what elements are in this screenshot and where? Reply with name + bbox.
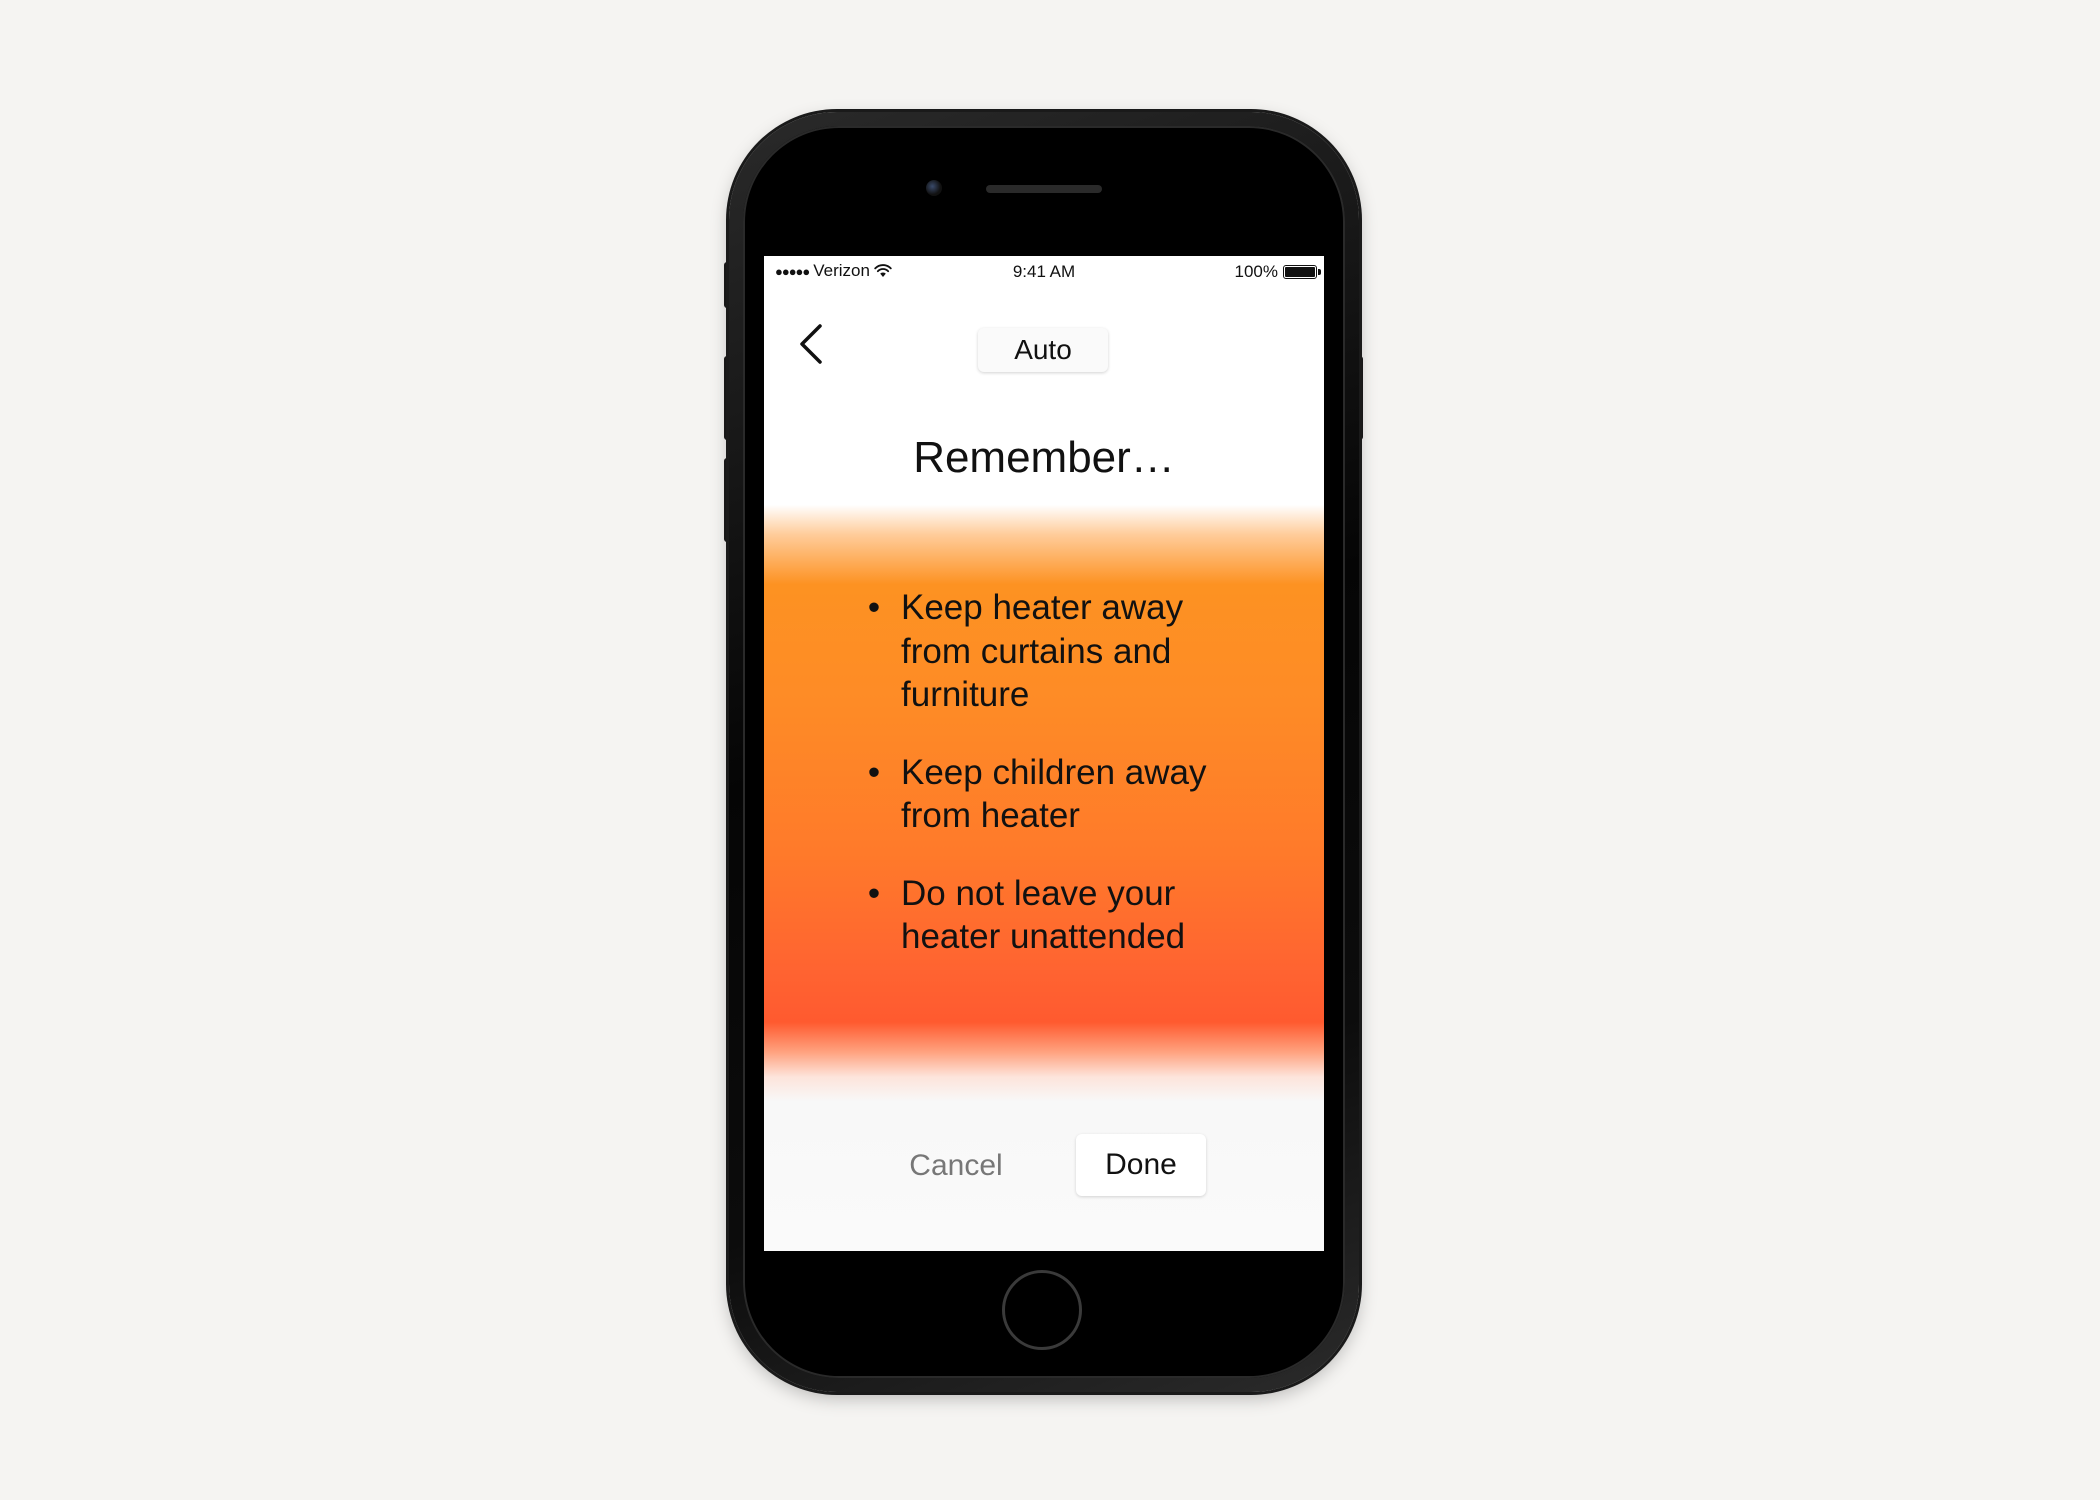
safety-tip-text: Keep heater away from curtains and furni…	[901, 588, 1184, 714]
cancel-button[interactable]: Cancel	[894, 1134, 1018, 1198]
safety-tips-list: • Keep heater away from curtains and furn…	[864, 586, 1244, 993]
home-button[interactable]	[1002, 1270, 1082, 1350]
earpiece-speaker	[986, 185, 1102, 193]
safety-tip-text: Keep children away from heater	[901, 752, 1207, 836]
back-button[interactable]	[792, 322, 832, 366]
chevron-left-icon	[800, 324, 822, 364]
footer-actions: Cancel Done	[764, 1134, 1324, 1198]
safety-tip-item: • Keep heater away from curtains and furn…	[864, 586, 1244, 717]
status-bar: ●●●●● Verizon 9:41 AM 100%	[764, 256, 1324, 286]
front-camera-icon	[926, 180, 942, 196]
page-title: Remember…	[913, 433, 1175, 482]
battery-percent: 100%	[1234, 262, 1278, 281]
app-screen: ●●●●● Verizon 9:41 AM 100% Auto Remember…	[764, 256, 1324, 1251]
battery-icon	[1283, 265, 1321, 279]
battery-tip	[1318, 269, 1321, 275]
safety-tip-item: • Do not leave your heater unattended	[864, 872, 1244, 959]
battery-fill	[1285, 267, 1315, 277]
bullet-icon: •	[867, 588, 881, 627]
status-right: 100%	[1234, 262, 1321, 282]
safety-tip-text: Do not leave your heater unattended	[901, 873, 1186, 957]
done-button[interactable]: Done	[1076, 1134, 1206, 1196]
bullet-icon: •	[867, 752, 881, 792]
stage: ●●●●● Verizon 9:41 AM 100% Auto Remember…	[0, 0, 2100, 1500]
mode-selector-button[interactable]: Auto	[978, 328, 1108, 372]
bullet-icon: •	[867, 873, 881, 913]
safety-tip-item: • Keep children away from heater	[864, 751, 1244, 838]
